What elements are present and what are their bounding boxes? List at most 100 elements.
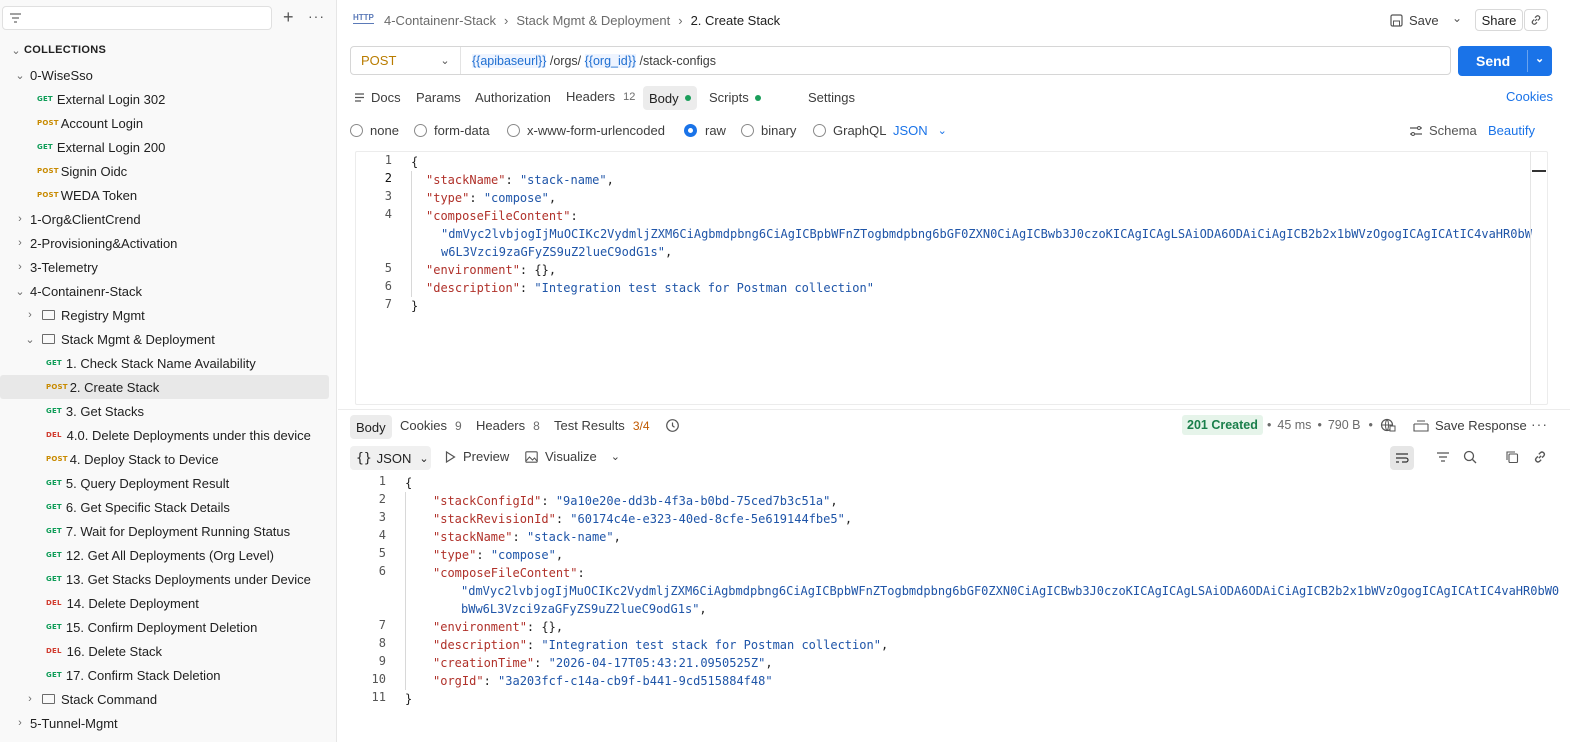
folder-item[interactable]: ⌄ Stack Mgmt & Deployment [0,327,329,351]
breadcrumb-collection[interactable]: 4-Containenr-Stack [384,13,496,28]
code-line: "description": "Integration test stack f… [426,279,874,297]
radio-raw[interactable] [684,124,697,137]
tab-params[interactable]: Params [416,90,461,105]
copy-icon[interactable] [1505,450,1519,464]
meta-separator: • [1267,418,1272,432]
request-item[interactable]: GET 15. Confirm Deployment Deletion [0,615,329,639]
response-tab-headers[interactable]: Headers 8 [476,418,540,433]
save-response-button[interactable]: Save Response [1413,418,1527,433]
chevron-right-icon[interactable]: › [14,261,26,273]
request-item[interactable]: POST 2. Create Stack [0,375,329,399]
request-item[interactable]: GET 7. Wait for Deployment Running Status [0,519,329,543]
radio-form-data[interactable] [414,124,427,137]
request-item[interactable]: GET 1. Check Stack Name Availability [0,351,329,375]
filter-input[interactable] [2,6,272,30]
request-item[interactable]: GET 5. Query Deployment Result [0,471,329,495]
response-more-icon[interactable]: ··· [1531,416,1548,432]
request-item[interactable]: GET 6. Get Specific Stack Details [0,495,329,519]
folder-icon [42,310,55,320]
collection-item[interactable]: ⌄ 4-Containenr-Stack [0,279,329,303]
request-item[interactable]: GET External Login 302 [0,87,329,111]
docs-tab[interactable]: Docs [354,90,401,105]
request-item[interactable]: POST Account Login [0,111,329,135]
collections-header[interactable]: ⌄ COLLECTIONS [10,42,106,58]
tab-authorization[interactable]: Authorization [475,90,551,105]
request-item[interactable]: POST Signin Oidc [0,159,329,183]
chevron-down-icon[interactable]: ⌄ [14,285,26,298]
copy-link-button[interactable] [1524,9,1548,31]
link-icon[interactable] [1533,450,1547,464]
method-badge: POST [37,191,59,199]
collection-item[interactable]: › 5-Tunnel-Mgmt [0,711,329,735]
pane-divider[interactable] [338,409,1570,410]
chevron-right-icon[interactable]: › [24,693,36,705]
response-body-viewer[interactable]: 1 {2 "stackConfigId": "9a10e20e-dd3b-4f3a-… [350,474,1562,710]
body-format-select[interactable]: JSON ⌄ [893,123,947,138]
collection-item[interactable]: ⌄ 0-WiseSso [0,63,329,87]
request-item[interactable]: GET External Login 200 [0,135,329,159]
request-item[interactable]: POST WEDA Token [0,183,329,207]
share-button[interactable]: Share [1475,9,1523,31]
schema-button[interactable]: Schema [1409,123,1477,138]
collection-item[interactable]: › 1-Org&ClientCrend [0,207,329,231]
cookies-link[interactable]: Cookies [1506,89,1553,104]
breadcrumb-request[interactable]: 2. Create Stack [691,13,781,28]
radio-urlencoded[interactable] [507,124,520,137]
tab-settings[interactable]: Settings [808,90,855,105]
send-button[interactable]: Send ⌄ [1458,46,1552,76]
chevron-down-icon[interactable]: ⌄ [14,69,26,82]
editor-scrollbar[interactable] [1530,152,1531,404]
save-button[interactable]: Save [1390,10,1439,30]
response-time[interactable]: 45 ms [1277,418,1311,432]
radio-graphql[interactable] [813,124,826,137]
tab-scripts[interactable]: Scripts [709,90,761,105]
wrap-lines-button[interactable] [1390,446,1414,470]
request-item[interactable]: DEL 4.0. Delete Deployments under this de… [0,423,329,447]
http-badge-icon: HTTP [353,13,374,24]
network-icon[interactable] [1380,417,1396,433]
request-item[interactable]: GET 13. Get Stacks Deployments under Devi… [0,567,329,591]
tab-headers[interactable]: Headers 12 [566,89,635,104]
collection-item[interactable]: › 3-Telemetry [0,255,329,279]
request-item[interactable]: GET 17. Confirm Stack Deletion [0,663,329,687]
add-icon[interactable]: + [283,8,299,26]
folder-item[interactable]: › Stack Command [0,687,329,711]
chevron-right-icon[interactable]: › [14,237,26,249]
body-indicator-dot [684,95,691,101]
save-dropdown-icon[interactable]: ⌄ [1452,11,1462,25]
response-format-select[interactable]: {} JSON ⌄ [350,446,431,470]
response-size[interactable]: 790 B [1328,418,1361,432]
beautify-button[interactable]: Beautify [1488,123,1535,138]
request-item[interactable]: POST 4. Deploy Stack to Device [0,447,329,471]
tree-item-label: WEDA Token [60,187,138,203]
method-badge: DEL [46,599,62,607]
radio-binary[interactable] [741,124,754,137]
chevron-right-icon[interactable]: › [24,309,36,321]
request-item[interactable]: DEL 14. Delete Deployment [0,591,329,615]
radio-none[interactable] [350,124,363,137]
chevron-right-icon[interactable]: › [14,213,26,225]
chevron-down-icon[interactable]: ⌄ [24,333,36,346]
breadcrumb-folder[interactable]: Stack Mgmt & Deployment [516,13,670,28]
history-icon[interactable] [665,418,680,433]
tab-body[interactable]: Body [643,86,697,110]
more-options-icon[interactable]: ··· [308,8,326,26]
collection-item[interactable]: › 2-Provisioning&Activation [0,231,329,255]
url-input[interactable]: {{apibaseurl}} /orgs/ {{org_id}} /stack-… [472,47,716,74]
response-meta: • 45 ms • 790 B • [1267,418,1381,432]
folder-item[interactable]: › Registry Mgmt [0,303,329,327]
filter-icon[interactable] [1436,451,1450,463]
request-item[interactable]: GET 12. Get All Deployments (Org Level) [0,543,329,567]
search-icon[interactable] [1463,450,1477,464]
response-tab-test-results[interactable]: Test Results 3/4 [554,418,650,433]
json-punctuation: , [830,494,838,508]
chevron-right-icon[interactable]: › [14,717,26,729]
request-item[interactable]: DEL 16. Delete Stack [0,639,329,663]
method-select[interactable]: POST ⌄ [351,47,461,74]
preview-button[interactable]: Preview [445,449,509,464]
response-tab-body[interactable]: Body [350,415,392,439]
request-body-editor[interactable]: 1 {2 "stackName": "stack-name", 3 "type": "c… [355,151,1548,405]
response-tab-cookies[interactable]: Cookies 9 [400,418,462,433]
visualize-button[interactable]: Visualize ⌄ [525,449,620,464]
request-item[interactable]: GET 3. Get Stacks [0,399,329,423]
